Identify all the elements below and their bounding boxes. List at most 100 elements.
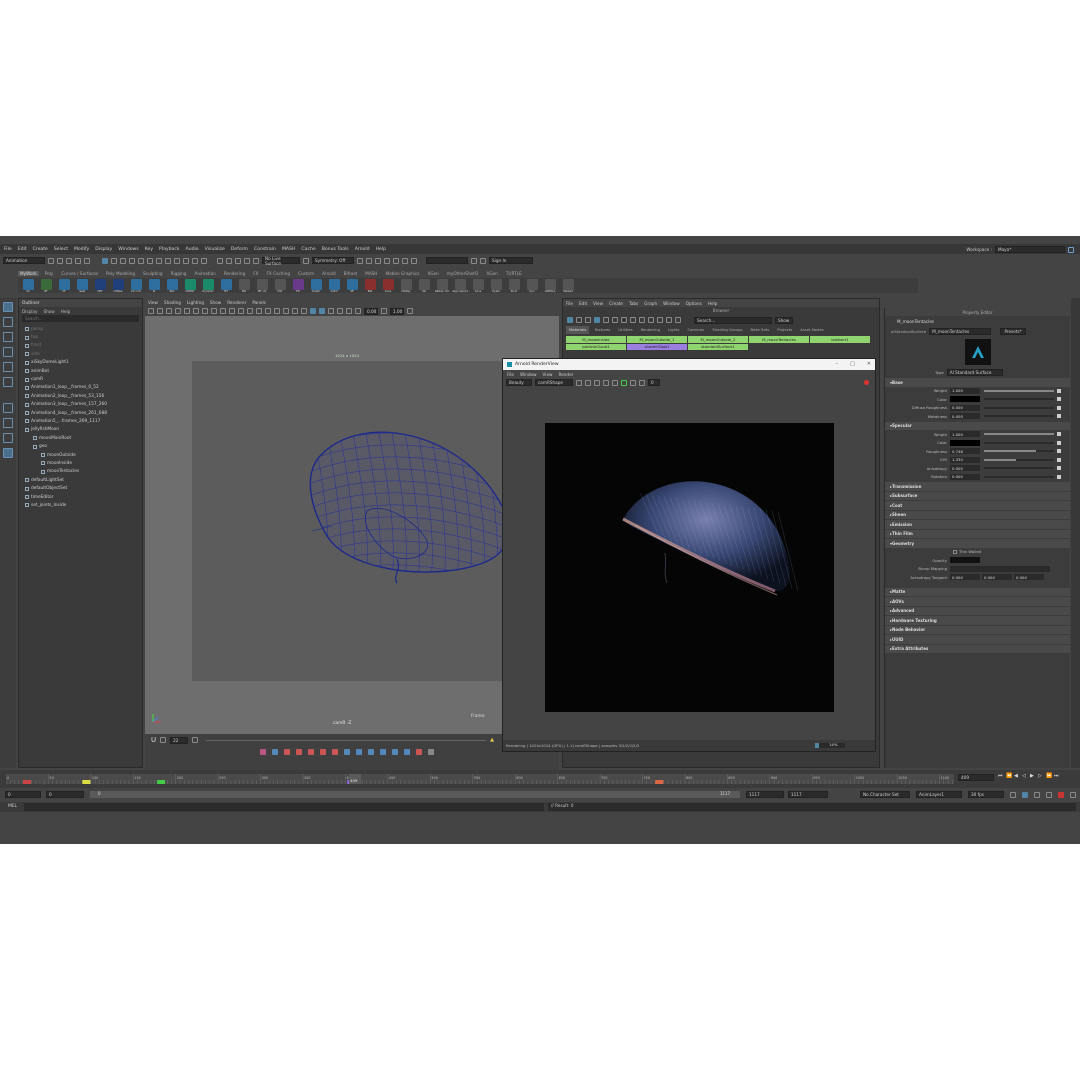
shelf-tab[interactable]: myOtherShelf2 xyxy=(445,271,481,276)
swatch-view-icon[interactable] xyxy=(594,317,600,323)
grid-view-icon[interactable] xyxy=(585,317,591,323)
renderview-menu-item[interactable]: Render xyxy=(558,372,573,377)
viewport-menu-item[interactable]: Show xyxy=(210,300,221,305)
viewport-menu-item[interactable]: View xyxy=(148,300,158,305)
bookmark-icon[interactable] xyxy=(175,308,181,314)
menu-item-arnold[interactable]: Arnold xyxy=(355,247,370,252)
safe-action-icon[interactable] xyxy=(238,308,244,314)
snap-surface-icon[interactable] xyxy=(253,257,259,264)
medium-swatch-icon[interactable] xyxy=(612,317,618,323)
section-header[interactable]: ▸ Node Behavior xyxy=(885,625,1070,634)
command-input[interactable] xyxy=(24,803,544,811)
attribute-value[interactable] xyxy=(950,396,980,403)
compare-icon[interactable] xyxy=(621,379,627,386)
attribute-value[interactable]: 1.000 xyxy=(950,387,980,394)
aniso-value[interactable]: 0.000 xyxy=(1014,574,1044,581)
magnet-icon[interactable]: U xyxy=(151,736,156,744)
xray-joints-icon[interactable] xyxy=(319,308,325,314)
resolution-gate-icon[interactable] xyxy=(211,308,217,314)
mask-curves-icon[interactable] xyxy=(147,257,153,264)
shelf-button[interactable]: reset xyxy=(74,278,90,293)
signin-avatar-icon[interactable] xyxy=(480,257,486,264)
mask-dynamics-icon[interactable] xyxy=(174,257,180,264)
mash-icon-8[interactable] xyxy=(344,749,350,755)
mash-icon-5[interactable] xyxy=(308,749,314,755)
anim-layer-dropdown[interactable]: AnimLayer1 xyxy=(916,791,962,798)
outliner-item[interactable]: moonOutside xyxy=(19,451,142,459)
history-icon[interactable] xyxy=(357,257,363,264)
thin-walled-checkbox[interactable] xyxy=(953,549,957,554)
hypershade-menu-item[interactable]: View xyxy=(593,301,603,306)
outliner-item[interactable]: jellyfishMoon xyxy=(19,426,142,434)
snap-toggle-icon[interactable] xyxy=(160,737,167,743)
attribute-value[interactable]: 1.330 xyxy=(950,456,980,463)
color-management-icon[interactable] xyxy=(407,308,413,314)
hypershade-tab[interactable]: Bake Sets xyxy=(748,326,773,334)
audio-icon[interactable] xyxy=(1046,792,1052,798)
shelf-button[interactable]: Cons xyxy=(380,278,396,293)
undo-icon[interactable] xyxy=(75,257,81,264)
play-forward-icon[interactable]: ▶ xyxy=(1030,773,1036,779)
channel-icon[interactable] xyxy=(576,379,582,386)
current-frame-field[interactable]: 409 xyxy=(958,774,994,781)
camera-lock-icon[interactable] xyxy=(157,308,163,314)
shelf-button[interactable]: Rbz xyxy=(164,278,180,293)
type-dropdown[interactable]: AI Standard Surface xyxy=(946,369,1003,376)
mash-icon-14[interactable] xyxy=(416,749,422,755)
outliner-layout-icon[interactable] xyxy=(3,448,13,458)
outliner-menu-item[interactable]: Help xyxy=(61,309,71,314)
shelf-button[interactable]: SE xyxy=(344,278,360,293)
side-view-icon[interactable] xyxy=(3,433,13,443)
hypershade-tab[interactable]: Textures xyxy=(591,326,613,334)
auto-key-icon[interactable] xyxy=(1022,792,1028,798)
gamma-icon[interactable] xyxy=(381,308,387,314)
outliner-item[interactable]: Animation1_loop__frames_0_52 xyxy=(19,384,142,392)
redo-icon[interactable] xyxy=(84,257,90,264)
smooth-shade-icon[interactable] xyxy=(265,308,271,314)
section-header[interactable]: ▾ Base xyxy=(885,378,1070,387)
pause-icon[interactable] xyxy=(411,257,417,264)
menu-item-edit[interactable]: Edit xyxy=(18,247,27,252)
outliner-item[interactable]: timeEditor xyxy=(19,493,142,501)
outliner-item[interactable]: top xyxy=(19,333,142,341)
shelf-tab[interactable]: TURTLE xyxy=(504,271,524,276)
viewport-menu-item[interactable]: Shading xyxy=(164,300,181,305)
hypershade-menu-item[interactable]: Create xyxy=(609,301,623,306)
fps-dropdown[interactable]: 30 fps xyxy=(968,791,1004,798)
paint-select-icon[interactable] xyxy=(3,332,13,342)
section-header[interactable]: ▾ Geometry xyxy=(885,539,1070,548)
attribute-slider[interactable] xyxy=(984,467,1054,470)
menu-item-select[interactable]: Select xyxy=(54,247,68,252)
exposure-icon[interactable] xyxy=(355,308,361,314)
single-view-icon[interactable] xyxy=(3,403,13,413)
shelf-tab[interactable]: Poly Modeling xyxy=(104,271,137,276)
material-node[interactable]: standardSurface1 xyxy=(688,343,748,350)
shelf-button[interactable]: Val xyxy=(416,278,432,293)
small-swatch-icon[interactable] xyxy=(603,317,609,323)
range-bar[interactable]: 0 1117 xyxy=(90,791,740,798)
attribute-slider[interactable] xyxy=(984,389,1054,392)
menu-item-deform[interactable]: Deform xyxy=(231,247,248,252)
select-hierarchy-icon[interactable] xyxy=(102,257,108,264)
attribute-value[interactable]: 0.000 xyxy=(950,465,980,472)
menuset-dropdown[interactable]: Animation xyxy=(3,257,45,264)
signin-dropdown[interactable]: Sign In xyxy=(489,257,533,264)
outliner-item[interactable]: moonInside xyxy=(19,459,142,467)
shadows-icon[interactable] xyxy=(301,308,307,314)
attribute-slider[interactable] xyxy=(984,458,1054,461)
map-button-icon[interactable] xyxy=(1057,466,1061,471)
map-button-icon[interactable] xyxy=(1057,474,1061,479)
outliner-item[interactable]: moonMainRoot xyxy=(19,434,142,442)
shelf-tab[interactable]: MASH xyxy=(363,271,379,276)
hypershade-menu-item[interactable]: Graph xyxy=(644,301,657,306)
select-object-icon[interactable] xyxy=(111,257,117,264)
section-header[interactable]: ▾ Specular xyxy=(885,421,1070,430)
map-button-icon[interactable] xyxy=(1057,457,1061,462)
textured-icon[interactable] xyxy=(283,308,289,314)
ratio-icon[interactable] xyxy=(612,379,618,386)
mash-icon-9[interactable] xyxy=(356,749,362,755)
shelf-tab[interactable]: Custom xyxy=(296,271,316,276)
wireframe-on-shaded-icon[interactable] xyxy=(274,308,280,314)
go-end-icon[interactable]: ⏭ xyxy=(1054,773,1060,779)
shelf-button[interactable]: CoEd xyxy=(326,278,342,293)
